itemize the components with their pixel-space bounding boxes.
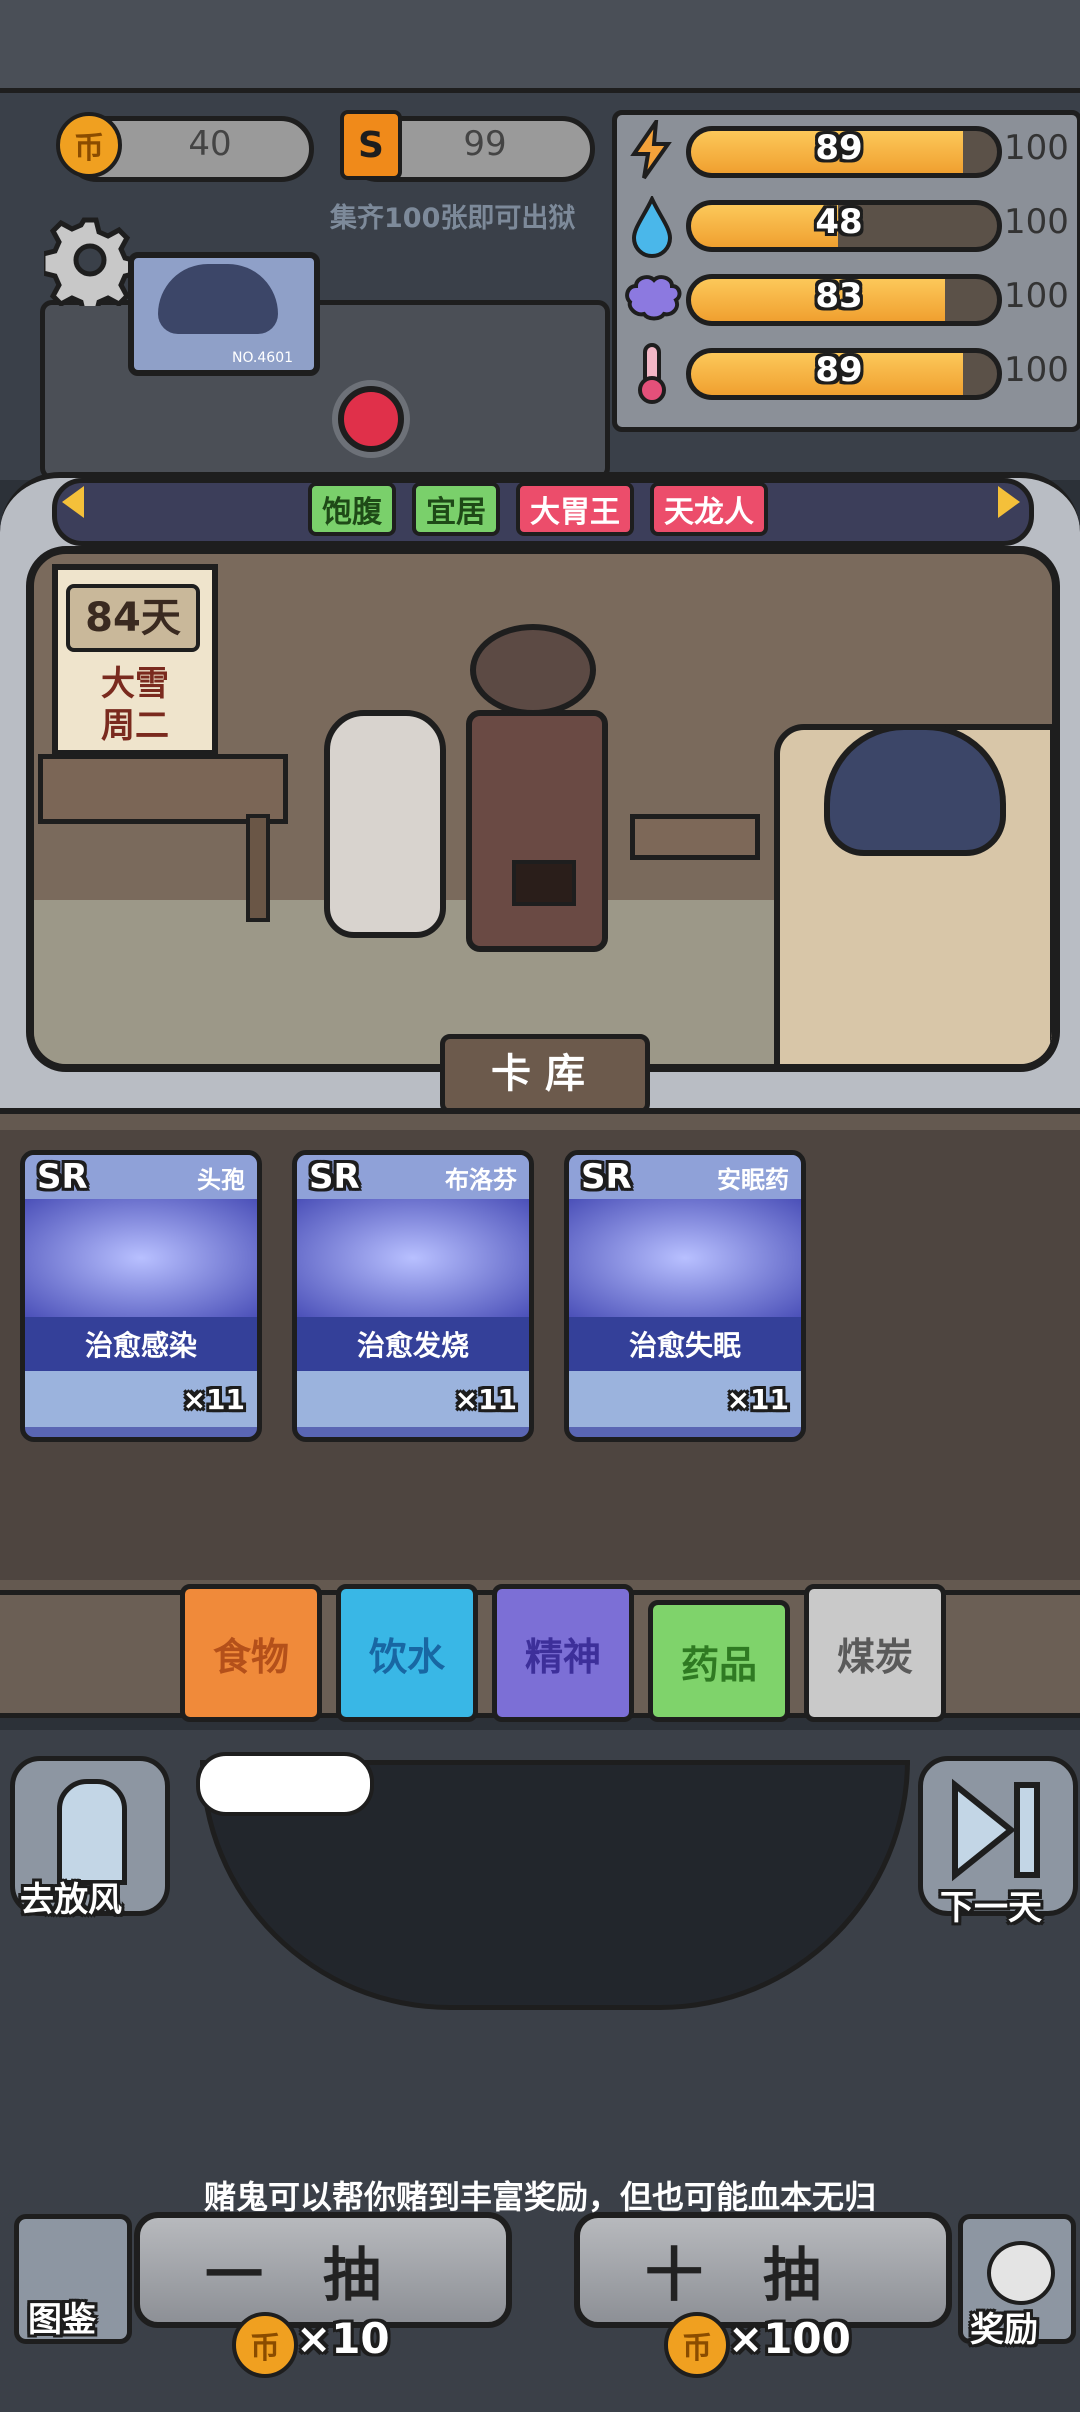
toilet xyxy=(324,710,446,938)
card-name: 头孢 xyxy=(197,1165,245,1194)
tag-item[interactable]: 大胃王 xyxy=(516,482,634,536)
player-portrait[interactable]: NO.4601 xyxy=(128,252,320,376)
card-count: ×11 xyxy=(182,1382,245,1416)
category-tab-coal[interactable]: 煤炭 xyxy=(804,1584,946,1722)
coin-amount: 40 xyxy=(188,124,232,164)
card-effect: 治愈失眠 xyxy=(569,1317,801,1371)
water-drop-icon xyxy=(630,194,674,258)
card-count: ×11 xyxy=(726,1382,789,1416)
skip-forward-icon xyxy=(952,1778,1040,1882)
thought-bubble xyxy=(196,1752,374,1816)
tag-prev-arrow[interactable] xyxy=(62,486,84,518)
yard-label: 去放风 xyxy=(20,1880,122,1920)
card-count: ×11 xyxy=(454,1382,517,1416)
calendar-weekday: 周二 xyxy=(101,706,169,746)
calendar-days: 84天 xyxy=(66,584,200,652)
card-rarity: SR xyxy=(37,1157,88,1197)
stat-max: 100 xyxy=(1004,350,1069,390)
lightning-icon xyxy=(630,114,674,180)
thermometer-icon xyxy=(632,342,672,406)
draw-ten-button[interactable]: 十抽 xyxy=(574,2212,952,2328)
tag-item[interactable]: 天龙人 xyxy=(650,482,768,536)
coin-icon: 币 xyxy=(56,112,122,178)
camera-eye-icon xyxy=(338,386,404,452)
category-tab-water[interactable]: 饮水 xyxy=(336,1584,478,1722)
stat-value: 48 xyxy=(815,202,863,242)
card-rarity: SR xyxy=(581,1157,632,1197)
security-machine xyxy=(40,300,610,480)
card-art xyxy=(569,1199,801,1317)
portrait-hair xyxy=(158,264,278,334)
cell-room: 84天 大雪 周二 xyxy=(26,546,1060,1072)
medicine-card[interactable]: SR 布洛芬 治愈发烧 ×11 xyxy=(292,1150,534,1442)
coin-icon: 币 xyxy=(232,2312,298,2378)
card-effect: 治愈感染 xyxy=(25,1317,257,1371)
stat-value: 83 xyxy=(815,276,863,316)
codex-label: 图鉴 xyxy=(28,2300,96,2340)
stove xyxy=(466,710,608,952)
sleeper-hair xyxy=(824,724,1006,856)
door-icon xyxy=(57,1779,127,1885)
category-tab-spirit[interactable]: 精神 xyxy=(492,1584,634,1722)
tag-next-arrow[interactable] xyxy=(998,486,1020,518)
medicine-card[interactable]: SR 头孢 治愈感染 ×11 xyxy=(20,1150,262,1442)
collect-hint: 集齐100张即可出狱 xyxy=(330,203,576,234)
stool xyxy=(630,814,760,860)
stat-max: 100 xyxy=(1004,128,1069,168)
card-name: 布洛芬 xyxy=(445,1165,517,1194)
stat-max: 100 xyxy=(1004,202,1069,242)
card-art xyxy=(297,1199,529,1317)
card-name: 安眠药 xyxy=(717,1165,789,1194)
calendar-sign: 84天 大雪 周二 xyxy=(52,564,218,756)
card-effect: 治愈发烧 xyxy=(297,1317,529,1371)
brain-icon xyxy=(622,272,682,324)
stove-fire xyxy=(512,860,576,906)
category-tab-medicine[interactable]: 药品 xyxy=(648,1600,790,1722)
medicine-card[interactable]: SR 安眠药 治愈失眠 ×11 xyxy=(564,1150,806,1442)
next-day-label: 下一天 xyxy=(940,1888,1042,1928)
card-library-label[interactable]: 卡库 xyxy=(440,1034,650,1114)
draw-one-cost: ×10 xyxy=(296,2314,390,2363)
tag-item[interactable]: 饱腹 xyxy=(308,482,396,536)
ticket-icon: S xyxy=(340,110,402,180)
tag-list: 饱腹 宜居 大胃王 天龙人 xyxy=(308,482,768,536)
card-art xyxy=(25,1199,257,1317)
mouse-icon xyxy=(987,2241,1055,2305)
stat-max: 100 xyxy=(1004,276,1069,316)
tag-item[interactable]: 宜居 xyxy=(412,482,500,536)
portrait-number: NO.4601 xyxy=(232,350,294,366)
stove-lid xyxy=(470,624,596,716)
coin-icon: 币 xyxy=(664,2312,730,2378)
ceiling-bar xyxy=(0,0,1080,93)
card-list: SR 头孢 治愈感染 ×11 SR 布洛芬 治愈发烧 ×11 SR 安眠药 治愈失眠 … xyxy=(20,1150,806,1442)
gear-icon[interactable] xyxy=(40,214,140,317)
card-rarity: SR xyxy=(309,1157,360,1197)
ticket-amount: 99 xyxy=(463,124,507,164)
category-tab-food[interactable]: 食物 xyxy=(180,1584,322,1722)
stat-value: 89 xyxy=(815,128,863,168)
category-tabs: 食物 饮水 精神 药品 煤炭 xyxy=(180,1584,946,1722)
draw-one-button[interactable]: 一抽 xyxy=(134,2212,512,2328)
reward-label: 奖励 xyxy=(970,2310,1038,2350)
draw-ten-cost: ×100 xyxy=(728,2314,851,2363)
table-leg xyxy=(246,814,270,922)
stat-value: 89 xyxy=(815,350,863,390)
